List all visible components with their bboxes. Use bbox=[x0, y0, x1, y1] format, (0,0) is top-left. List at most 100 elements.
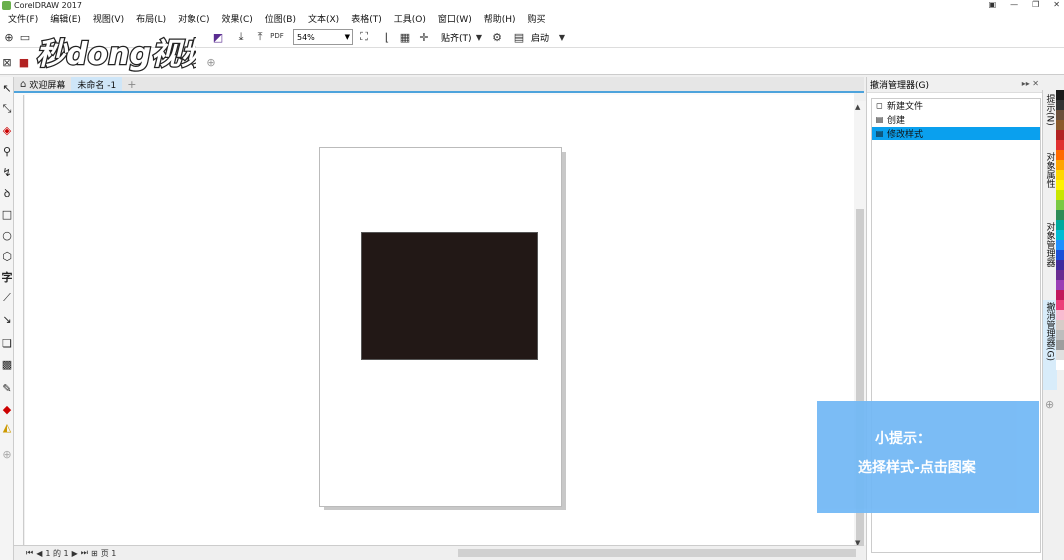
tab-object-manager[interactable]: 对象管理器 bbox=[1043, 220, 1057, 292]
export-icon[interactable]: ⤒ bbox=[253, 30, 267, 44]
text-tool-icon[interactable]: 字 bbox=[0, 269, 14, 285]
color-swatch[interactable] bbox=[1056, 200, 1064, 210]
color-swatch[interactable] bbox=[1056, 210, 1064, 220]
color-swatch[interactable] bbox=[1056, 320, 1064, 330]
docker-controls[interactable]: ▸▸ ✕ bbox=[1022, 79, 1039, 88]
tab-undo-manager[interactable]: 撤消管理器(G) bbox=[1043, 300, 1057, 390]
account-icon[interactable]: ▣ bbox=[989, 0, 997, 9]
gear-icon[interactable]: ⚙ bbox=[490, 30, 504, 44]
no-fill-icon[interactable]: ⊠ bbox=[0, 55, 14, 69]
color-swatch[interactable] bbox=[1056, 140, 1064, 150]
color-swatch[interactable] bbox=[1056, 160, 1064, 170]
add-page-icon[interactable]: ⊞ bbox=[91, 549, 98, 558]
shape-tool-icon[interactable]: ⤡ bbox=[0, 101, 14, 117]
restore-button[interactable]: ❐ bbox=[1032, 0, 1039, 9]
smart-fill-icon[interactable]: ◭ bbox=[0, 419, 14, 435]
snap-to-dropdown[interactable]: 贴齐(T) bbox=[441, 31, 472, 44]
menu-buy[interactable]: 购买 bbox=[522, 12, 552, 25]
color-swatch[interactable] bbox=[1056, 110, 1064, 120]
color-swatch[interactable] bbox=[1056, 180, 1064, 190]
chevron-down-icon[interactable]: ▼ bbox=[472, 30, 486, 44]
menu-table[interactable]: 表格(T) bbox=[345, 12, 388, 25]
color-swatch[interactable] bbox=[1056, 170, 1064, 180]
menu-text[interactable]: 文本(X) bbox=[302, 12, 345, 25]
add-tab-icon[interactable]: + bbox=[122, 77, 141, 91]
launch-dropdown[interactable]: 启动 bbox=[531, 31, 549, 44]
horizontal-scrollbar[interactable] bbox=[458, 549, 856, 557]
menu-tools[interactable]: 工具(O) bbox=[388, 12, 432, 25]
fill-color-icon[interactable]: ■ bbox=[17, 55, 31, 69]
color-swatch[interactable] bbox=[1056, 250, 1064, 260]
publish-pdf-icon[interactable]: PDF bbox=[270, 29, 284, 43]
first-page-icon[interactable]: ⏮ bbox=[26, 548, 33, 558]
artistic-media-icon[interactable]: ꝺ bbox=[0, 185, 14, 201]
color-swatch[interactable] bbox=[1056, 230, 1064, 240]
drop-shadow-icon[interactable]: ❏ bbox=[0, 335, 14, 351]
open-folder-icon[interactable]: ▭ bbox=[18, 30, 32, 44]
application-launcher-icon[interactable]: ▤ bbox=[512, 30, 526, 44]
menu-help[interactable]: 帮助(H) bbox=[478, 12, 522, 25]
freehand-tool-icon[interactable]: ↯ bbox=[0, 164, 14, 180]
show-grid-icon[interactable]: ▦ bbox=[398, 30, 412, 44]
color-swatch[interactable] bbox=[1056, 240, 1064, 250]
color-swatch[interactable] bbox=[1056, 130, 1064, 140]
next-page-icon[interactable]: ▶ bbox=[72, 549, 78, 558]
color-swatch[interactable] bbox=[1056, 310, 1064, 320]
parallel-dimension-icon[interactable]: ⟋ bbox=[0, 290, 14, 306]
color-swatch[interactable] bbox=[1056, 280, 1064, 290]
menu-object[interactable]: 对象(C) bbox=[172, 12, 215, 25]
tab-untitled-1[interactable]: 未命名 -1 bbox=[71, 77, 123, 91]
add-docker-icon[interactable]: ⊕ bbox=[1045, 398, 1054, 411]
color-swatch[interactable] bbox=[1056, 260, 1064, 270]
color-swatch[interactable] bbox=[1056, 330, 1064, 340]
color-swatch[interactable] bbox=[1056, 300, 1064, 310]
menu-file[interactable]: 文件(F) bbox=[2, 12, 44, 25]
color-swatch[interactable] bbox=[1056, 350, 1064, 360]
minimize-button[interactable]: — bbox=[1010, 0, 1018, 9]
interactive-fill-icon[interactable]: ◆ bbox=[0, 401, 14, 417]
zoom-level-select[interactable]: 54% ▼ bbox=[293, 29, 353, 45]
menu-edit[interactable]: 编辑(E) bbox=[44, 12, 87, 25]
crop-tool-icon[interactable]: ◈ bbox=[0, 122, 14, 138]
color-swatch[interactable] bbox=[1056, 190, 1064, 200]
color-swatch[interactable] bbox=[1056, 90, 1064, 100]
rectangle-tool-icon[interactable]: □ bbox=[0, 206, 14, 222]
menu-layout[interactable]: 布局(L) bbox=[130, 12, 172, 25]
menu-view[interactable]: 视图(V) bbox=[87, 12, 130, 25]
menu-bitmaps[interactable]: 位图(B) bbox=[259, 12, 302, 25]
color-swatch[interactable] bbox=[1056, 220, 1064, 230]
undo-item-modify-style[interactable]: ▤ 修改样式 bbox=[872, 127, 1040, 140]
page-tab[interactable]: 页 1 bbox=[101, 548, 117, 559]
pick-tool-icon[interactable]: ↖ bbox=[0, 80, 14, 96]
selected-rectangle-shape[interactable] bbox=[361, 232, 538, 360]
connector-tool-icon[interactable]: ↘ bbox=[0, 311, 14, 327]
menu-effects[interactable]: 效果(C) bbox=[215, 12, 258, 25]
eyedropper-tool-icon[interactable]: ✎ bbox=[0, 380, 14, 396]
scroll-up-icon[interactable]: ▲ bbox=[855, 103, 860, 111]
undo-item-new-file[interactable]: ◻ 新建文件 bbox=[872, 99, 1040, 112]
color-swatch[interactable] bbox=[1056, 360, 1064, 370]
add-tool-icon[interactable]: ⊕ bbox=[0, 446, 14, 462]
full-screen-icon[interactable]: ⛶ bbox=[357, 30, 371, 44]
color-swatch[interactable] bbox=[1056, 150, 1064, 160]
add-preset-icon[interactable]: ⊕ bbox=[204, 55, 218, 69]
new-document-icon[interactable]: ⊕ bbox=[2, 30, 16, 44]
import-icon[interactable]: ⤓ bbox=[234, 30, 248, 44]
corel-connect-icon[interactable]: ◩ bbox=[211, 30, 225, 44]
transparency-tool-icon[interactable]: ▩ bbox=[0, 356, 14, 372]
last-page-icon[interactable]: ⏭ bbox=[81, 548, 88, 558]
prev-page-icon[interactable]: ◀ bbox=[36, 549, 42, 558]
zoom-tool-icon[interactable]: ⚲ bbox=[0, 143, 14, 159]
color-swatch[interactable] bbox=[1056, 270, 1064, 280]
color-swatch[interactable] bbox=[1056, 340, 1064, 350]
polygon-tool-icon[interactable]: ⬡ bbox=[0, 248, 14, 264]
close-button[interactable]: ✕ bbox=[1053, 0, 1060, 9]
color-swatch[interactable] bbox=[1056, 120, 1064, 130]
undo-item-create[interactable]: ▤ 创建 bbox=[872, 113, 1040, 126]
tab-welcome-screen[interactable]: ⌂ 欢迎屏幕 bbox=[14, 77, 71, 91]
tab-object-properties[interactable]: 对象属性 bbox=[1043, 150, 1057, 212]
color-swatch[interactable] bbox=[1056, 100, 1064, 110]
show-guidelines-icon[interactable]: ✛ bbox=[417, 30, 431, 44]
menu-window[interactable]: 窗口(W) bbox=[432, 12, 478, 25]
ellipse-tool-icon[interactable]: ○ bbox=[0, 227, 14, 243]
